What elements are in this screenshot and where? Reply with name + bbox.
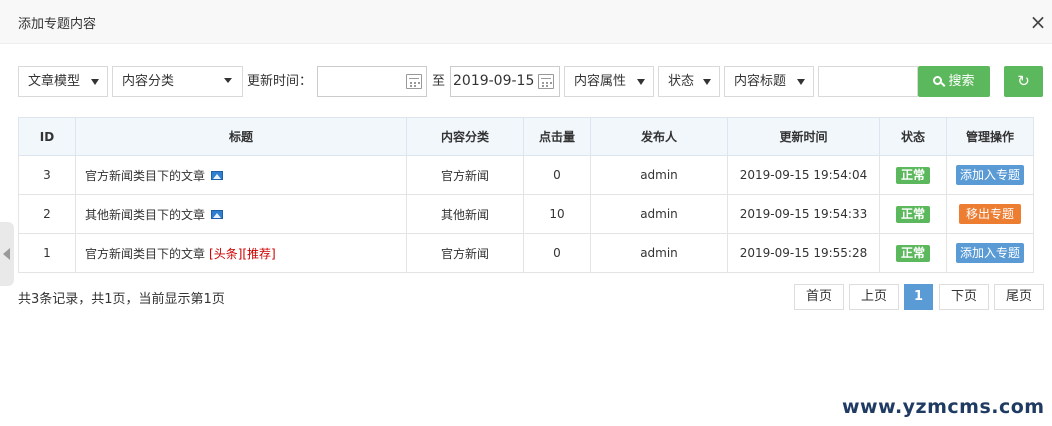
filter-toolbar: 文章模型 内容分类 更新时间： 至 2019-09-15 内容属性 状态 内容标… (0, 66, 1052, 97)
dialog-title: 添加专题内容 (18, 17, 97, 32)
date-end-value: 2019-09-15 (453, 73, 535, 89)
current-page-button[interactable]: 1 (904, 284, 933, 310)
row-flags: [头条][推荐] (209, 246, 276, 261)
date-start-input[interactable] (317, 66, 427, 97)
row-id: 3 (18, 155, 76, 195)
row-clicks: 10 (523, 194, 591, 234)
field-select-label: 内容标题 (734, 74, 787, 89)
attribute-select-label: 内容属性 (574, 74, 627, 89)
status-badge: 正常 (895, 244, 930, 262)
caret-down-icon (637, 79, 645, 85)
status-select-label: 状态 (668, 74, 695, 89)
search-button-label: 搜索 (948, 74, 975, 89)
remove-from-topic-button[interactable]: 移出专题 (958, 204, 1021, 224)
col-actions-header: 管理操作 (946, 117, 1034, 156)
field-select[interactable]: 内容标题 (724, 66, 814, 97)
row-title: 其他新闻类目下的文章 (85, 207, 206, 222)
refresh-button[interactable]: ↻ (1004, 66, 1043, 97)
row-status-cell: 正常 (879, 233, 947, 273)
row-category: 官方新闻 (406, 155, 524, 195)
image-icon (211, 170, 224, 180)
date-end-input[interactable]: 2019-09-15 (450, 66, 560, 97)
caret-down-icon (91, 79, 99, 85)
caret-down-icon (797, 79, 805, 85)
table-row: 2 其他新闻类目下的文章 其他新闻 10 admin 2019-09-15 19… (18, 194, 1034, 234)
calendar-icon (406, 74, 422, 89)
close-icon[interactable]: × (1029, 12, 1047, 32)
add-to-topic-button[interactable]: 添加入专题 (955, 165, 1024, 185)
row-publisher: admin (590, 233, 728, 273)
col-updated-header: 更新时间 (727, 117, 880, 156)
col-title-header: 标题 (75, 117, 407, 156)
category-select-label: 内容分类 (122, 74, 175, 89)
records-summary: 共3条记录，共1页，当前显示第1页 (18, 292, 225, 307)
row-title-cell: 官方新闻类目下的文章 [头条][推荐] (75, 233, 407, 273)
caret-down-icon (224, 78, 232, 83)
search-icon (933, 76, 943, 85)
row-title-cell: 其他新闻类目下的文章 (75, 194, 407, 234)
row-action-cell: 添加入专题 (946, 155, 1034, 195)
last-page-button[interactable]: 尾页 (994, 284, 1044, 310)
row-action-cell: 添加入专题 (946, 233, 1034, 273)
row-publisher: admin (590, 155, 728, 195)
status-badge: 正常 (895, 205, 930, 223)
table-row: 3 官方新闻类目下的文章 官方新闻 0 admin 2019-09-15 19:… (18, 155, 1034, 195)
status-badge: 正常 (895, 166, 930, 184)
model-select-label: 文章模型 (28, 74, 81, 89)
attribute-select[interactable]: 内容属性 (564, 66, 654, 97)
row-title: 官方新闻类目下的文章 (85, 246, 206, 261)
table-header-row: ID 标题 内容分类 点击量 发布人 更新时间 状态 管理操作 (18, 117, 1034, 156)
calendar-icon (538, 74, 554, 89)
table-row: 1 官方新闻类目下的文章 [头条][推荐] 官方新闻 0 admin 2019-0… (18, 233, 1034, 273)
row-publisher: admin (590, 194, 728, 234)
content-table: ID 标题 内容分类 点击量 发布人 更新时间 状态 管理操作 3 官方新闻类目… (18, 117, 1034, 273)
col-status-header: 状态 (879, 117, 947, 156)
caret-down-icon (703, 79, 711, 85)
next-page-button[interactable]: 下页 (939, 284, 989, 310)
to-label: 至 (432, 74, 446, 89)
col-category-header: 内容分类 (406, 117, 524, 156)
row-id: 2 (18, 194, 76, 234)
row-id: 1 (18, 233, 76, 273)
row-clicks: 0 (523, 233, 591, 273)
col-id-header: ID (18, 117, 76, 156)
search-button[interactable]: 搜索 (918, 66, 990, 97)
side-collapse-tab[interactable] (0, 222, 14, 286)
row-category: 其他新闻 (406, 194, 524, 234)
row-updated: 2019-09-15 19:54:33 (727, 194, 880, 234)
first-page-button[interactable]: 首页 (794, 284, 844, 310)
prev-page-button[interactable]: 上页 (849, 284, 899, 310)
status-select[interactable]: 状态 (658, 66, 720, 97)
refresh-icon: ↻ (1017, 72, 1030, 90)
dialog-titlebar: 添加专题内容 × (0, 0, 1052, 44)
model-select[interactable]: 文章模型 (18, 66, 108, 97)
row-action-cell: 移出专题 (946, 194, 1034, 234)
col-clicks-header: 点击量 (523, 117, 591, 156)
add-to-topic-button[interactable]: 添加入专题 (955, 243, 1024, 263)
row-updated: 2019-09-15 19:54:04 (727, 155, 880, 195)
update-time-label: 更新时间： (247, 74, 313, 89)
row-clicks: 0 (523, 155, 591, 195)
chevron-left-icon (3, 248, 10, 260)
row-status-cell: 正常 (879, 155, 947, 195)
col-publisher-header: 发布人 (590, 117, 728, 156)
row-category: 官方新闻 (406, 233, 524, 273)
row-updated: 2019-09-15 19:55:28 (727, 233, 880, 273)
row-title-cell: 官方新闻类目下的文章 (75, 155, 407, 195)
keyword-input[interactable] (818, 66, 918, 97)
image-icon (211, 209, 224, 219)
row-title: 官方新闻类目下的文章 (85, 168, 206, 183)
category-select[interactable]: 内容分类 (112, 66, 243, 97)
row-status-cell: 正常 (879, 194, 947, 234)
site-watermark: www.yzmcms.com (842, 396, 1045, 418)
